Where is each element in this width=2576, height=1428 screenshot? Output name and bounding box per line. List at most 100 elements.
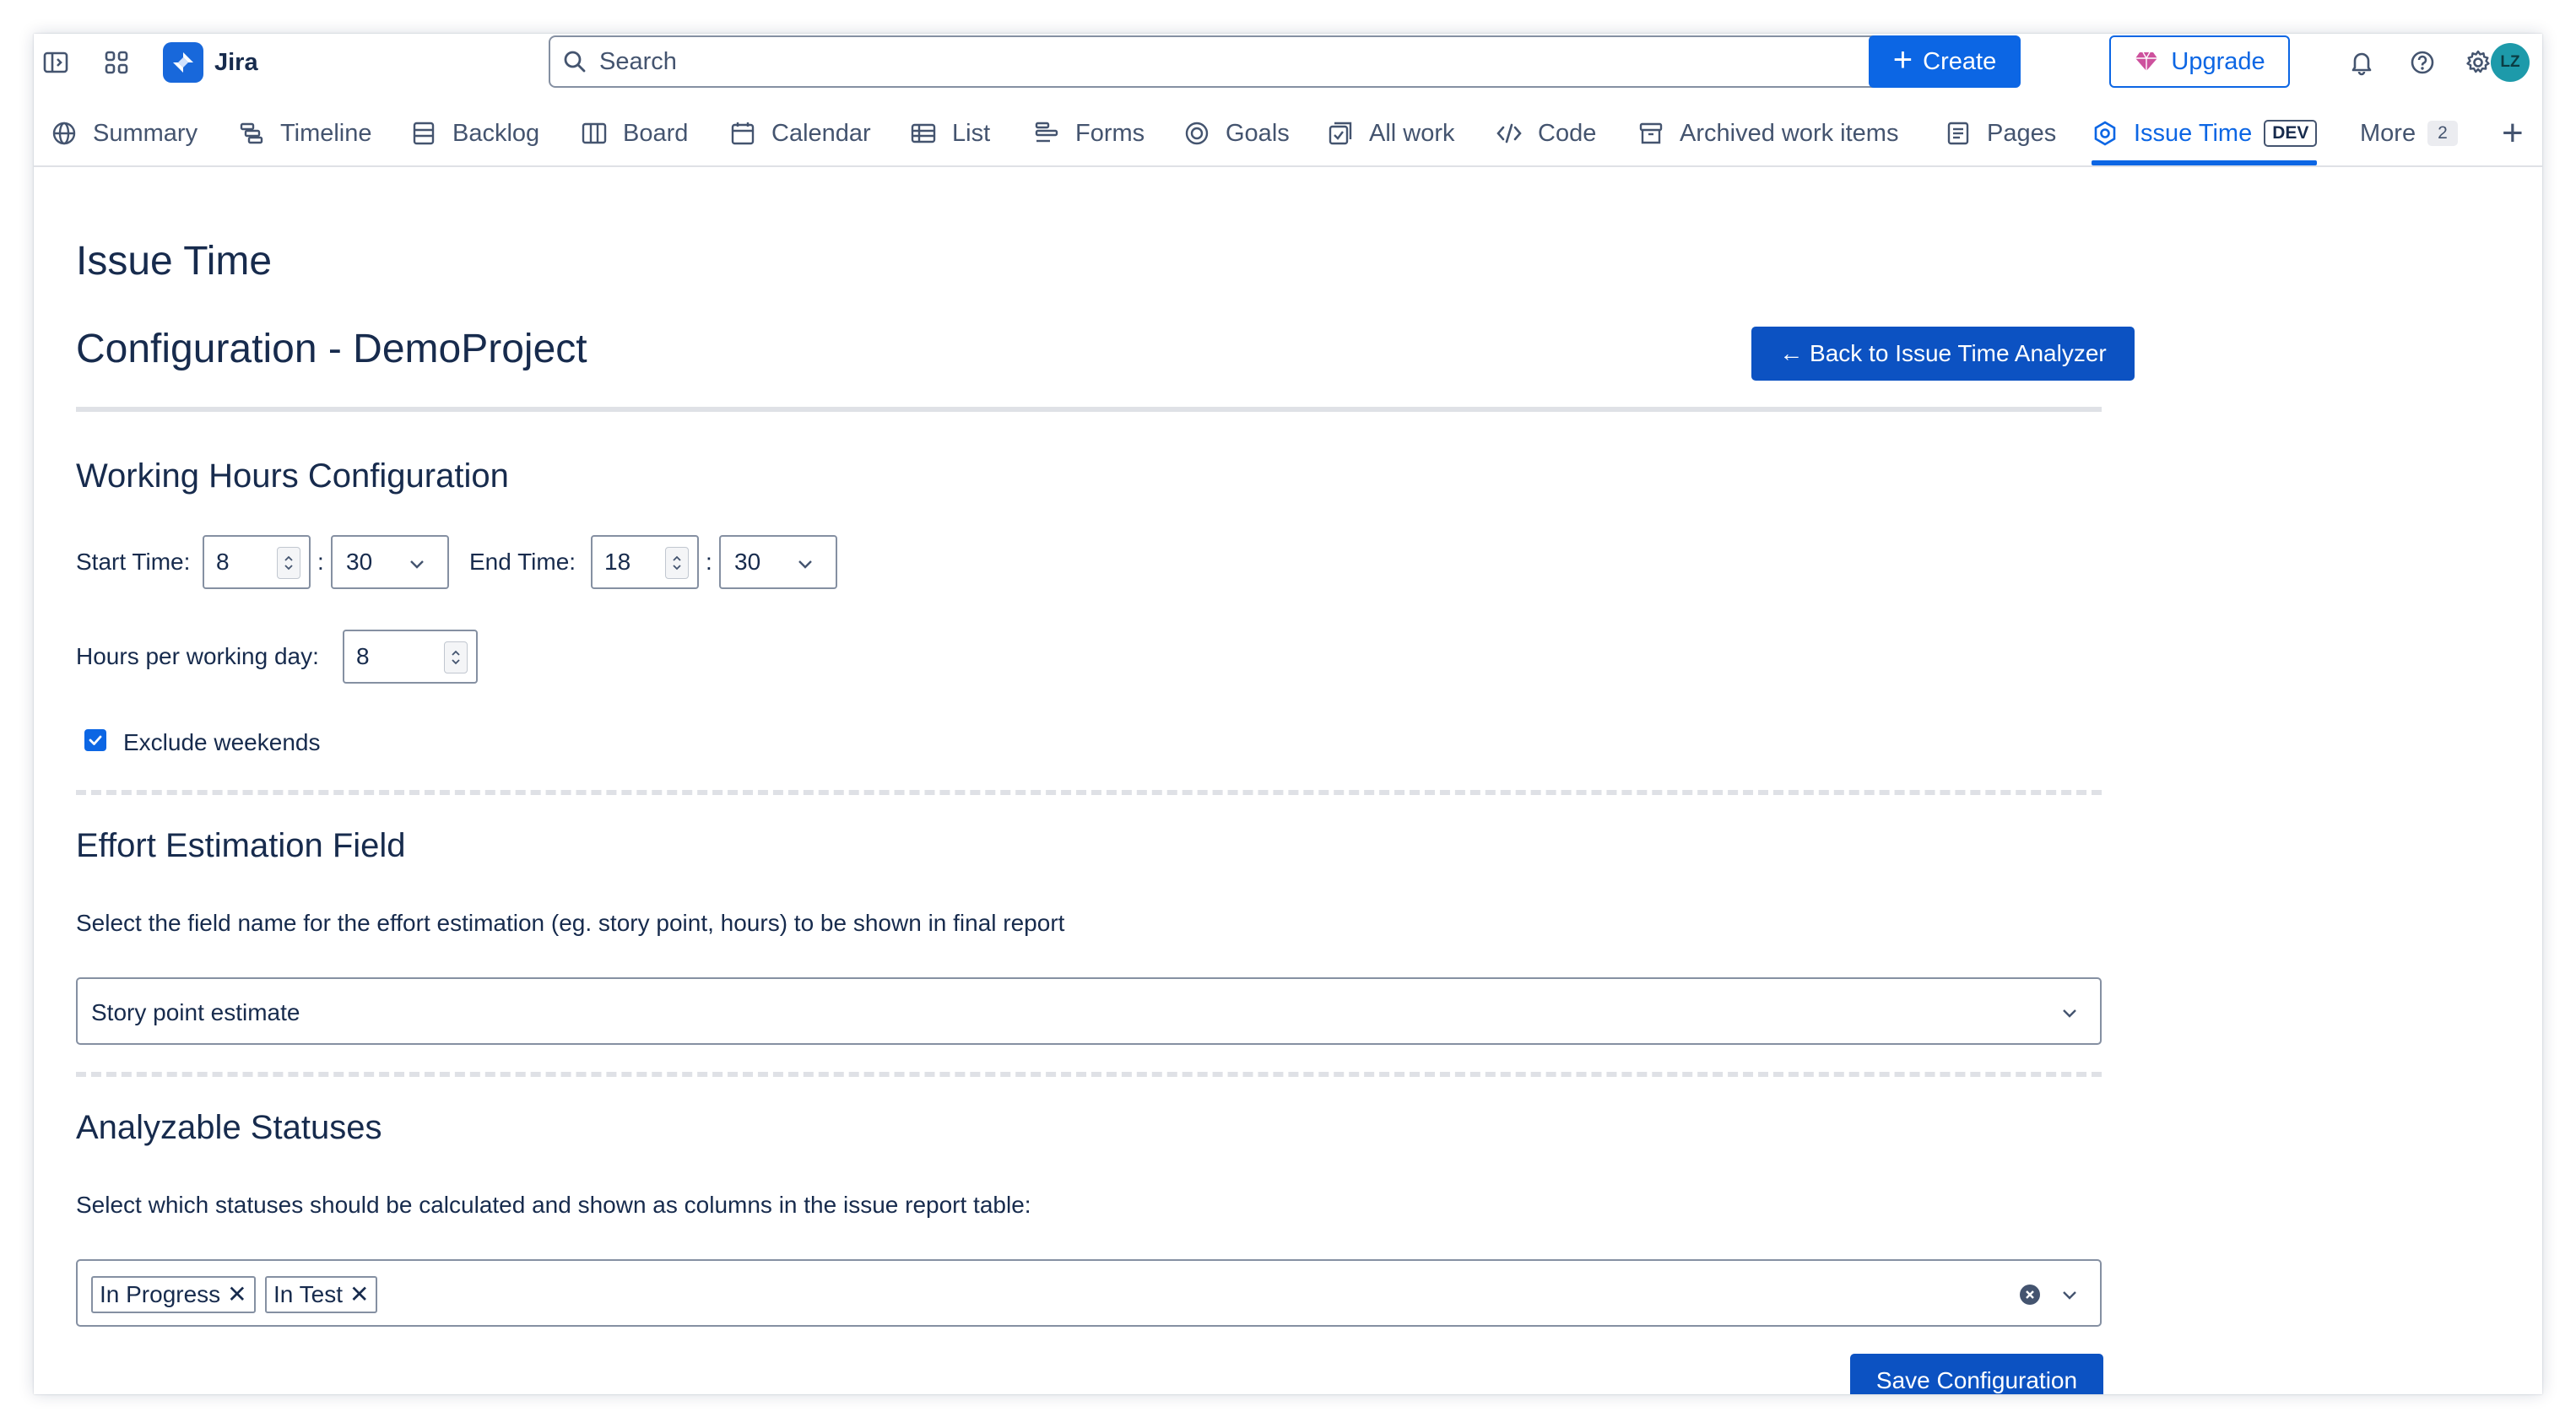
issue-time-icon	[2094, 121, 2116, 146]
tab-summary[interactable]: Summary	[51, 103, 198, 164]
remove-chip-icon[interactable]: ✕	[227, 1283, 246, 1306]
tab-backlog[interactable]: Backlog	[410, 103, 539, 164]
tab-label: Timeline	[280, 119, 372, 147]
code-icon	[1496, 123, 1522, 143]
exclude-weekends-label[interactable]: Exclude weekends	[123, 729, 320, 756]
start-hour-input[interactable]: 8	[203, 535, 311, 589]
tab-archived-work-items[interactable]: Archived work items	[1637, 103, 1898, 164]
tab-calendar[interactable]: Calendar	[729, 103, 871, 164]
app-window: Jira Search + Create Upgrade LZ Summary	[34, 34, 2542, 1394]
start-minute-select[interactable]: 30	[331, 535, 449, 589]
section-divider	[76, 790, 2102, 795]
create-button[interactable]: + Create	[1869, 35, 2021, 88]
stepper-icon[interactable]	[444, 641, 468, 673]
tab-label: Summary	[93, 119, 198, 147]
stepper-icon[interactable]	[665, 547, 689, 579]
calendar-icon	[731, 122, 755, 145]
tab-label: Goals	[1226, 119, 1290, 147]
status-chip: In Progress ✕	[91, 1276, 256, 1313]
project-tabs: Summary Timeline Backlog Board Calendar …	[34, 103, 2542, 167]
all-work-icon	[1329, 122, 1352, 145]
backlog-icon	[413, 122, 435, 145]
chevron-down-icon	[798, 560, 812, 569]
page-icon	[1947, 122, 1969, 145]
tab-label: Pages	[1987, 119, 2057, 147]
status-chip: In Test ✕	[265, 1276, 378, 1313]
back-to-analyzer-button[interactable]: ← Back to Issue Time Analyzer	[1751, 327, 2135, 381]
page-title: Issue Time	[76, 239, 273, 284]
statuses-multiselect[interactable]: In Progress ✕ In Test ✕	[76, 1259, 2102, 1327]
globe-icon	[52, 122, 76, 145]
user-avatar[interactable]: LZ	[2491, 43, 2530, 82]
chevron-down-icon[interactable]	[2059, 1285, 2080, 1305]
end-hour-input[interactable]: 18	[591, 535, 699, 589]
timeline-icon	[240, 122, 263, 144]
help-icon[interactable]	[2404, 44, 2441, 81]
tab-forms[interactable]: Forms	[1033, 103, 1145, 164]
search-placeholder: Search	[599, 47, 677, 75]
end-time-label: End Time:	[469, 549, 576, 575]
hours-per-day-value: 8	[356, 643, 370, 669]
tab-more[interactable]: More 2	[2360, 103, 2458, 164]
search-icon	[564, 51, 586, 73]
stepper-icon[interactable]	[277, 547, 300, 579]
time-separator: :	[706, 549, 712, 575]
effort-description: Select the field name for the effort est…	[76, 910, 1065, 936]
tab-all-work[interactable]: All work	[1327, 103, 1455, 164]
remove-chip-icon[interactable]: ✕	[349, 1283, 369, 1306]
status-chip-label: In Test	[273, 1281, 343, 1307]
top-navigation: Jira Search + Create Upgrade LZ	[34, 34, 2542, 101]
end-hour-value: 18	[604, 549, 631, 575]
section-divider	[76, 1072, 2102, 1077]
tab-label: List	[952, 119, 991, 147]
tab-label: Code	[1538, 119, 1597, 147]
start-hour-value: 8	[216, 549, 230, 575]
exclude-weekends-checkbox[interactable]	[84, 729, 106, 751]
forms-icon	[1035, 122, 1058, 143]
working-hours-heading: Working Hours Configuration	[76, 457, 509, 495]
end-minute-value: 30	[734, 549, 761, 575]
more-count-badge: 2	[2427, 121, 2458, 146]
effort-field-select[interactable]: Story point estimate	[76, 977, 2102, 1045]
add-tab-plus-icon[interactable]: +	[2502, 103, 2524, 164]
list-icon	[911, 123, 936, 143]
analyzable-statuses-heading: Analyzable Statuses	[76, 1109, 382, 1146]
clear-all-icon[interactable]	[2019, 1284, 2041, 1306]
tab-timeline[interactable]: Timeline	[238, 103, 372, 164]
tab-label: Forms	[1075, 119, 1145, 147]
goal-icon	[1185, 122, 1209, 145]
tab-code[interactable]: Code	[1496, 103, 1596, 164]
tab-list[interactable]: List	[910, 103, 990, 164]
app-switcher-icon[interactable]	[98, 44, 135, 81]
header-divider	[76, 407, 2102, 412]
hours-per-day-input[interactable]: 8	[343, 630, 478, 684]
bell-icon[interactable]	[2343, 44, 2380, 81]
save-configuration-button[interactable]: Save Configuration	[1850, 1354, 2103, 1394]
app-name[interactable]: Jira	[214, 49, 258, 77]
board-icon	[582, 122, 607, 144]
diamond-icon	[2135, 51, 2158, 71]
end-minute-select[interactable]: 30	[719, 535, 837, 589]
effort-estimation-heading: Effort Estimation Field	[76, 827, 406, 864]
more-label: More	[2360, 119, 2416, 147]
upgrade-label: Upgrade	[2171, 47, 2265, 75]
start-minute-value: 30	[346, 549, 373, 575]
create-label: Create	[1923, 47, 1997, 75]
tab-pages[interactable]: Pages	[1945, 103, 2056, 164]
statuses-description: Select which statuses should be calculat…	[76, 1192, 1031, 1218]
chevron-down-icon	[2063, 1009, 2076, 1018]
sidebar-toggle-icon[interactable]	[37, 44, 74, 81]
tab-label: Calendar	[771, 119, 871, 147]
tab-board[interactable]: Board	[581, 103, 688, 164]
upgrade-button[interactable]: Upgrade	[2109, 35, 2290, 88]
tab-label: Issue Time	[2134, 119, 2253, 147]
tab-issue-time[interactable]: Issue Time DEV	[2092, 103, 2318, 165]
tab-label: Board	[623, 119, 689, 147]
search-input[interactable]: Search	[549, 35, 1886, 88]
time-separator: :	[317, 549, 324, 575]
hours-per-day-label: Hours per working day:	[76, 643, 319, 669]
tab-goals[interactable]: Goals	[1183, 103, 1290, 164]
jira-logo-icon[interactable]	[163, 42, 203, 83]
chevron-down-icon	[410, 560, 424, 569]
tab-label: Backlog	[452, 119, 540, 147]
